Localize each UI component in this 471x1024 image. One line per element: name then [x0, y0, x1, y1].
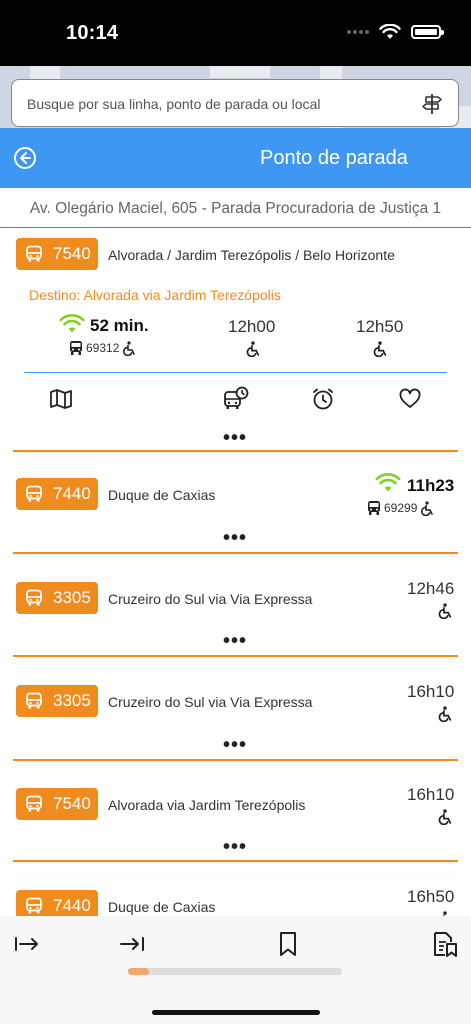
scheduled-time: 16h10 [407, 682, 455, 701]
list-item[interactable]: 3305 Cruzeiro do Sul via Via Expressa 12… [13, 566, 458, 657]
divider [24, 372, 447, 373]
line-badge: 7540 [16, 238, 98, 270]
route-name: Duque de Caxias [108, 899, 216, 915]
wheelchair-icon [438, 706, 452, 722]
stop-name: Av. Olegário Maciel, 605 - Parada Procur… [0, 190, 471, 228]
route-name: Cruzeiro do Sul via Via Expressa [108, 694, 313, 710]
line-badge: 7540 [16, 788, 98, 820]
bus-icon [26, 795, 42, 812]
scheduled-time: 16h50 [407, 887, 455, 906]
wifi-status-icon [379, 24, 401, 39]
line-badge: 7440 [16, 478, 98, 510]
search-input[interactable]: Busque por sua linha, ponto de parada ou… [11, 79, 459, 127]
status-time: 10:14 [66, 22, 119, 44]
route-name: Duque de Caxias [108, 487, 216, 503]
bus-icon [368, 501, 380, 515]
bus-icon [26, 589, 42, 606]
back-arrow-icon[interactable] [13, 146, 37, 170]
page-header: Ponto de parada [0, 128, 471, 188]
route-name: Cruzeiro do Sul via Via Expressa [108, 591, 313, 607]
battery-icon [411, 25, 444, 39]
document-bookmark-icon[interactable] [431, 930, 459, 958]
wheelchair-icon [373, 341, 387, 357]
page-title: Ponto de parada [260, 147, 408, 169]
list-item[interactable]: 7540 Alvorada / Jardim Terezópolis / Bel… [13, 230, 458, 452]
list-item[interactable]: 7440 Duque de Caxias 16h50 [13, 876, 458, 916]
status-icons [347, 24, 444, 40]
line-number: 3305 [53, 588, 91, 607]
arrow-right-from-line-icon[interactable] [13, 930, 41, 958]
line-badge: 3305 [16, 582, 98, 614]
vehicle-id: 69312 [69, 340, 136, 356]
bus-icon [26, 692, 42, 709]
bus-schedule-icon[interactable] [223, 386, 249, 412]
status-bar: 10:14 [0, 0, 471, 66]
more-options-button[interactable]: ••• [223, 528, 247, 548]
realtime-signal-icon [59, 314, 85, 333]
scroll-progress-bar [128, 968, 342, 975]
destination: Destino: Alvorada via Jardim Terezópolis [29, 287, 281, 303]
list-item[interactable]: 7440 Duque de Caxias 11h23 69299 ••• [13, 461, 458, 554]
vehicle-number: 69312 [86, 341, 120, 355]
line-number: 7440 [53, 484, 91, 503]
line-number: 3305 [53, 691, 91, 710]
favorite-heart-icon[interactable] [397, 386, 423, 412]
map-icon[interactable] [48, 386, 74, 412]
cellular-signal-icon [347, 30, 369, 34]
scheduled-time: 12h00 [228, 317, 276, 336]
more-options-button[interactable]: ••• [223, 735, 247, 755]
alarm-clock-icon[interactable] [310, 386, 336, 412]
route-name: Alvorada / Jardim Terezópolis / Belo Hor… [108, 247, 395, 263]
bookmark-icon[interactable] [274, 930, 302, 958]
departures-list[interactable]: 7540 Alvorada / Jardim Terezópolis / Bel… [13, 230, 458, 916]
line-number: 7440 [53, 896, 91, 915]
scheduled-time: 12h50 [356, 317, 404, 336]
home-indicator[interactable] [152, 1010, 320, 1015]
bus-icon [70, 341, 82, 355]
list-item[interactable]: 3305 Cruzeiro do Sul via Via Expressa 16… [13, 670, 458, 761]
more-options-button[interactable]: ••• [223, 428, 247, 448]
line-number: 7540 [53, 244, 91, 263]
wheelchair-icon [438, 603, 452, 619]
route-name: Alvorada via Jardim Terezópolis [108, 797, 306, 813]
bus-icon [26, 485, 42, 502]
wheelchair-icon [421, 500, 434, 516]
vehicle-id: 69299 [367, 500, 434, 516]
scheduled-time: 12h46 [407, 579, 455, 598]
scheduled-time: 16h10 [407, 785, 455, 804]
signpost-icon[interactable] [421, 92, 445, 116]
list-item[interactable]: 7540 Alvorada via Jardim Terezópolis 16h… [13, 774, 458, 862]
realtime-signal-icon [375, 473, 401, 492]
vehicle-number: 69299 [384, 501, 418, 515]
line-number: 7540 [53, 794, 91, 813]
more-options-button[interactable]: ••• [223, 837, 247, 857]
bus-icon [26, 245, 42, 262]
line-badge: 3305 [16, 685, 98, 717]
search-placeholder: Busque por sua linha, ponto de parada ou… [27, 96, 321, 112]
wheelchair-icon [438, 809, 452, 825]
bus-icon [26, 897, 42, 914]
arrow-right-to-line-icon[interactable] [118, 930, 146, 958]
scroll-progress-fill [128, 968, 150, 975]
line-badge: 7440 [16, 890, 98, 916]
wheelchair-icon [123, 340, 136, 356]
more-options-button[interactable]: ••• [223, 631, 247, 651]
wheelchair-icon [246, 341, 260, 357]
realtime-arrival: 11h23 [407, 476, 455, 495]
realtime-arrival: 52 min. [90, 316, 149, 335]
